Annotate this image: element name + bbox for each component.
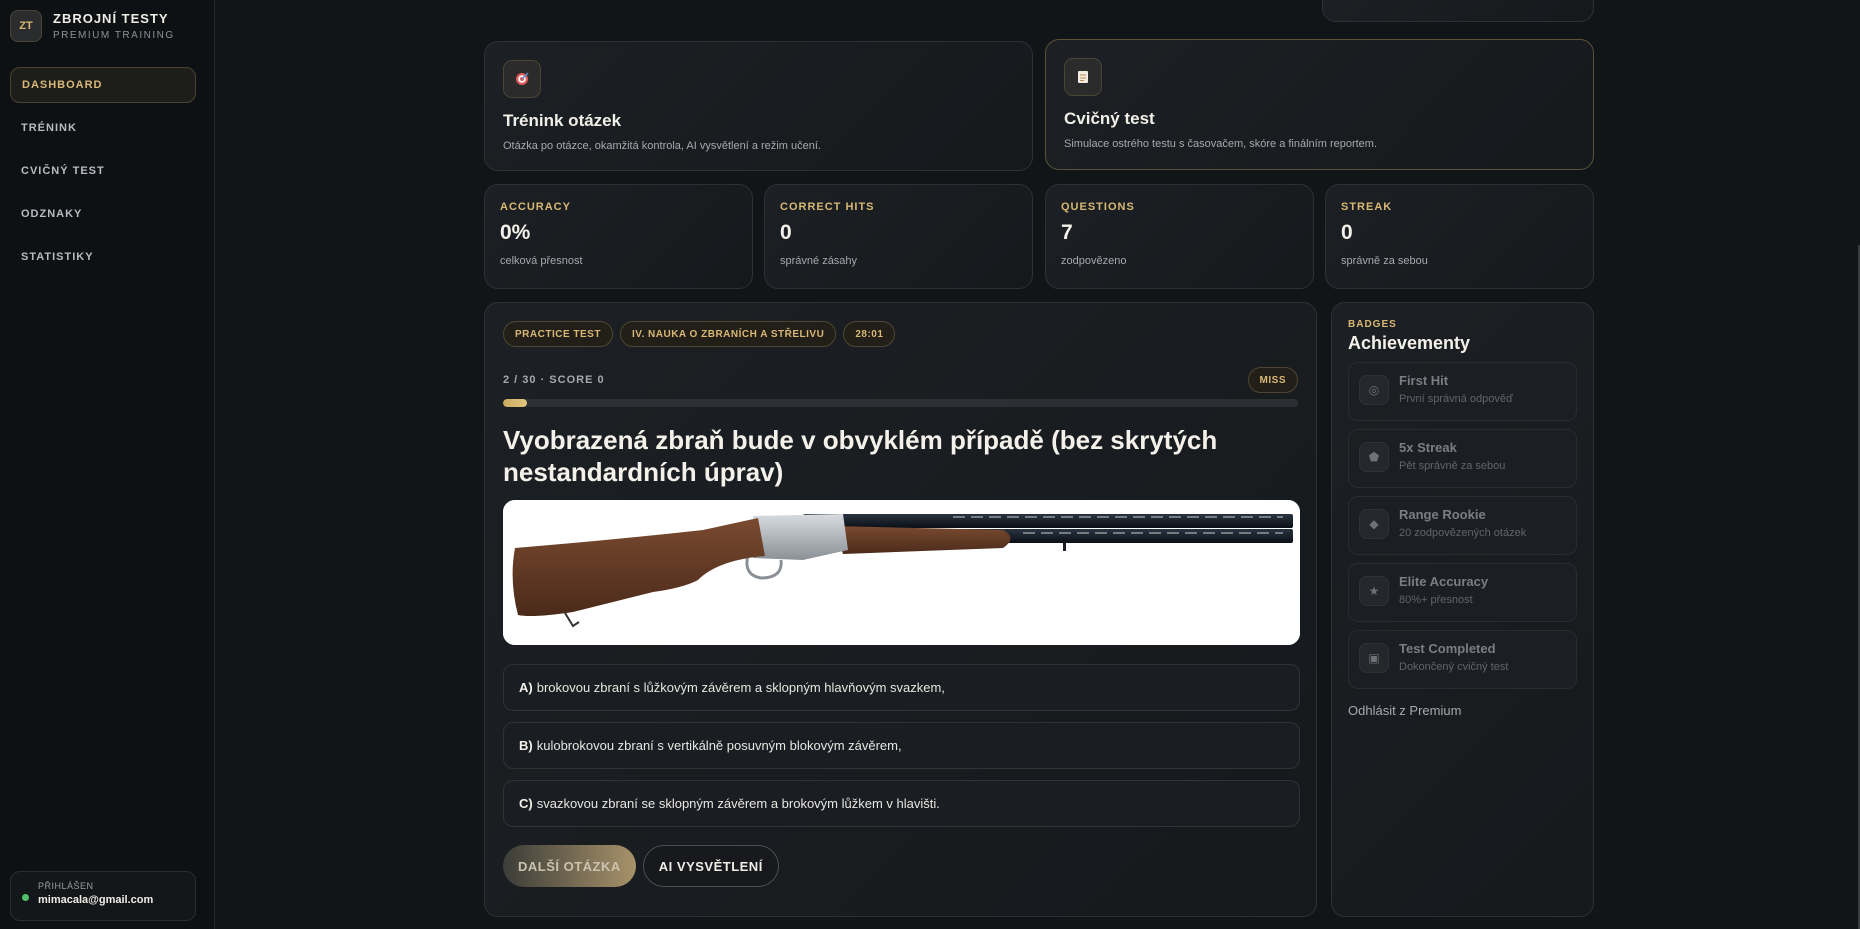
mode-card-cvicny-test[interactable]: Cvičný test Simulace ostrého testu s čas… (1045, 39, 1594, 170)
sidebar-nav: DASHBOARD TRÉNINK CVIČNÝ TEST ODZNAKY ST… (10, 67, 196, 282)
badge-test-completed: ▣ Test Completed Dokončený cvičný test (1348, 630, 1577, 689)
stat-value: 0 (780, 221, 792, 244)
user-box: PŘIHLÁŠEN mimacala@gmail.com (10, 871, 196, 921)
stat-label: ACCURACY (500, 201, 571, 213)
question-text: Vyobrazená zbraň bude v obvyklém případě… (503, 425, 1218, 487)
stat-value: 7 (1061, 221, 1073, 244)
badge-elite-accuracy: ★ Elite Accuracy 80%+ přesnost (1348, 563, 1577, 622)
nav-item-odznaky[interactable]: ODZNAKY (10, 196, 196, 232)
answer-option-b[interactable]: B) kulobrokovou zbraní s vertikálně posuv… (503, 722, 1300, 769)
nav-item-dashboard[interactable]: DASHBOARD (10, 67, 196, 103)
quiz-pills: PRACTICE TEST IV. NAUKA O ZBRANÍCH A STŘ… (503, 321, 1298, 347)
square-icon: ▣ (1359, 643, 1389, 673)
user-label: PŘIHLÁŠEN (38, 881, 94, 891)
diamond-icon: ◆ (1359, 509, 1389, 539)
badges-panel: BADGES Achievementy ◎ First Hit První sp… (1331, 302, 1594, 917)
nav-item-trenink[interactable]: TRÉNINK (10, 110, 196, 146)
mode-title: Cvičný test (1064, 109, 1155, 128)
quiz-actions: DALŠÍ OTÁZKA AI VYSVĚTLENÍ (503, 845, 779, 887)
brand-title: ZBROJNÍ TESTY (53, 11, 169, 26)
stat-value: 0 (1341, 221, 1353, 244)
online-status-icon (22, 894, 29, 901)
logout-link[interactable]: Odhlásit z Premium (1348, 703, 1577, 718)
progress-text: 2 / 30 · SCORE 0 (503, 374, 605, 386)
stat-label: STREAK (1341, 201, 1393, 213)
brand[interactable]: ZT ZBROJNÍ TESTY PREMIUM TRAINING (10, 10, 175, 42)
target-icon: ◎ (1359, 375, 1389, 405)
stat-sub: zodpovězeno (1061, 255, 1127, 267)
shotgun-image (503, 500, 1300, 645)
document-icon (1064, 58, 1102, 96)
brand-logo: ZT (10, 10, 42, 42)
nav-item-cvicny-test[interactable]: CVIČNÝ TEST (10, 153, 196, 189)
pentagon-icon: ⬟ (1359, 442, 1389, 472)
ai-explanation-button[interactable]: AI VYSVĚTLENÍ (642, 845, 779, 887)
mode-pill: PRACTICE TEST (503, 321, 613, 347)
next-question-button[interactable]: DALŠÍ OTÁZKA (503, 845, 636, 887)
sidebar: ZT ZBROJNÍ TESTY PREMIUM TRAINING DASHBO… (0, 0, 215, 929)
target-icon (503, 60, 541, 98)
stat-card-accuracy: ACCURACY 0% celková přesnost (484, 184, 753, 289)
category-pill: IV. NAUKA O ZBRANÍCH A STŘELIVU (619, 321, 837, 347)
badges-title: Achievementy (1348, 333, 1471, 353)
answer-option-a[interactable]: A) brokovou zbraní s lůžkovým závěrem a s… (503, 664, 1300, 711)
progress-bar (503, 399, 1298, 407)
brand-subtitle: PREMIUM TRAINING (53, 30, 175, 41)
timer-pill: 28:01 (843, 321, 896, 347)
stat-sub: správně za sebou (1341, 255, 1428, 267)
stat-sub: celková přesnost (500, 255, 583, 267)
stat-card-correct-hits: CORRECT HITS 0 správné zásahy (764, 184, 1033, 289)
mode-desc: Otázka po otázce, okamžitá kontrola, AI … (503, 140, 821, 152)
progress-bar-fill (503, 399, 527, 407)
badge-5x-streak: ⬟ 5x Streak Pět správně za sebou (1348, 429, 1577, 488)
stat-card-streak: STREAK 0 správně za sebou (1325, 184, 1594, 289)
answer-option-c[interactable]: C) svazkovou zbraní se sklopným závěrem a… (503, 780, 1300, 827)
stat-value: 0% (500, 221, 531, 244)
question-image (503, 500, 1300, 645)
mode-card-trenink[interactable]: Trénink otázek Otázka po otázce, okamžit… (484, 41, 1033, 171)
badges-label: BADGES (1348, 319, 1397, 330)
stat-label: QUESTIONS (1061, 201, 1135, 213)
badge-range-rookie: ◆ Range Rookie 20 zodpovězených otázek (1348, 496, 1577, 555)
stat-sub: správné zásahy (780, 255, 858, 267)
stat-card-questions: QUESTIONS 7 zodpovězeno (1045, 184, 1314, 289)
mode-title: Trénink otázek (503, 111, 622, 130)
star-icon: ★ (1359, 576, 1389, 606)
stat-label: CORRECT HITS (780, 201, 875, 213)
answer-list: A) brokovou zbraní s lůžkovým závěrem a s… (503, 664, 1300, 838)
user-email: mimacala@gmail.com (38, 894, 154, 906)
nav-item-statistiky[interactable]: STATISTIKY (10, 239, 196, 275)
quiz-panel: PRACTICE TEST IV. NAUKA O ZBRANÍCH A STŘ… (484, 302, 1317, 917)
badge-first-hit: ◎ First Hit První správná odpověď (1348, 362, 1577, 421)
mode-desc: Simulace ostrého testu s časovačem, skór… (1064, 138, 1378, 150)
top-card-stub (1322, 0, 1594, 22)
status-badge: MISS (1247, 367, 1298, 393)
